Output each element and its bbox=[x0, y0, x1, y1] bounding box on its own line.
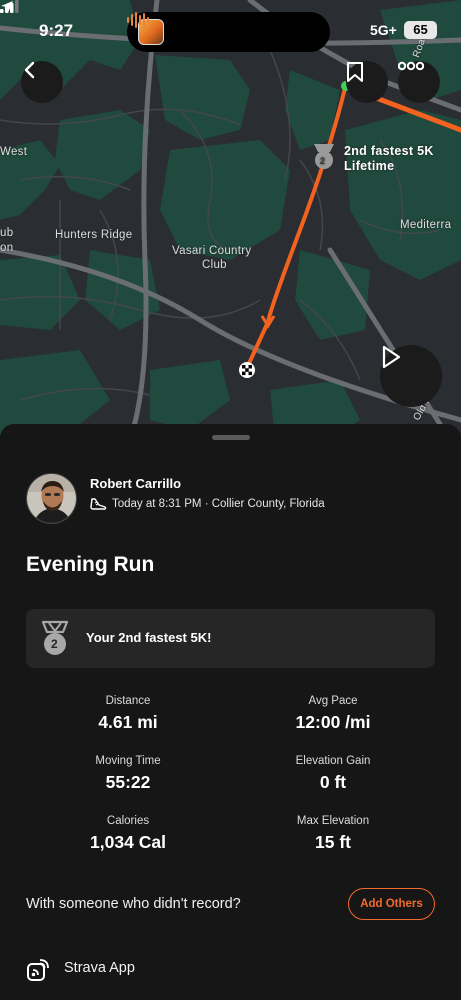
strava-app-label: Strava App bbox=[64, 960, 135, 976]
dynamic-island[interactable] bbox=[127, 12, 330, 52]
map-label-on-fragment: on bbox=[0, 242, 14, 254]
athlete-name[interactable]: Robert Carrillo bbox=[90, 476, 181, 491]
segment-medal-number: 2 bbox=[320, 156, 326, 166]
activity-meta: Today at 8:31 PM · Collier County, Flori… bbox=[112, 498, 325, 510]
avatar[interactable] bbox=[26, 473, 77, 524]
stat-label: Moving Time bbox=[95, 755, 161, 767]
more-icon bbox=[398, 61, 424, 71]
stat-value: 15 ft bbox=[315, 832, 351, 852]
map-label-club-fragment: ub bbox=[0, 227, 14, 239]
stat-label: Distance bbox=[105, 695, 151, 707]
stat-calories: Calories 1,034 Cal bbox=[28, 815, 228, 853]
stat-value: 12:00 /mi bbox=[295, 712, 371, 732]
stat-label: Avg Pace bbox=[308, 695, 358, 707]
stat-label: Calories bbox=[106, 815, 150, 827]
map-label-hunters-ridge: Hunters Ridge bbox=[55, 229, 133, 241]
route-map[interactable]: West ub on Hunters Ridge Vasari Country … bbox=[0, 0, 461, 440]
stat-value: 1,034 Cal bbox=[90, 832, 166, 852]
play-icon bbox=[382, 345, 401, 369]
stat-label: Elevation Gain bbox=[295, 755, 371, 767]
stat-elevation-gain: Elevation Gain 0 ft bbox=[233, 755, 433, 793]
map-label-mediterra: Mediterra bbox=[400, 219, 452, 231]
stat-value: 0 ft bbox=[319, 772, 347, 792]
strava-app-row[interactable]: Strava App bbox=[26, 956, 326, 986]
finish-marker-icon bbox=[239, 362, 255, 378]
stat-avg-pace: Avg Pace 12:00 /mi bbox=[233, 695, 433, 733]
stat-value: 55:22 bbox=[105, 772, 151, 792]
achievement-medal-number: 2 bbox=[51, 637, 58, 651]
stat-distance: Distance 4.61 mi bbox=[28, 695, 228, 733]
stat-value: 4.61 mi bbox=[98, 712, 158, 732]
bookmark-button[interactable] bbox=[346, 61, 388, 103]
stat-moving-time: Moving Time 55:22 bbox=[28, 755, 228, 793]
chevron-left-icon bbox=[24, 61, 35, 79]
network-type: 5G+ bbox=[370, 22, 397, 38]
sheet-grabber[interactable] bbox=[212, 435, 250, 440]
map-label-vasari-line2: Club bbox=[202, 259, 227, 271]
strava-app-icon bbox=[27, 959, 49, 981]
segment-label-line2: Lifetime bbox=[344, 159, 395, 173]
bookmark-icon bbox=[347, 62, 363, 82]
map-label-west: West bbox=[0, 146, 28, 158]
activity-details-sheet: Robert Carrillo Today at 8:31 PM · Colli… bbox=[0, 424, 461, 1000]
with-someone-prompt: With someone who didn't record? bbox=[26, 896, 241, 912]
add-others-button[interactable]: Add Others bbox=[348, 888, 435, 920]
achievement-card[interactable]: 2 Your 2nd fastest 5K! bbox=[26, 609, 435, 668]
segment-label-line1: 2nd fastest 5K bbox=[344, 144, 434, 158]
athlete-photo bbox=[27, 474, 76, 523]
achievement-text: Your 2nd fastest 5K! bbox=[86, 630, 212, 645]
stat-label: Max Elevation bbox=[296, 815, 370, 827]
activity-title: Evening Run bbox=[26, 553, 155, 576]
shoe-icon bbox=[90, 498, 107, 510]
more-options-button[interactable] bbox=[398, 61, 440, 103]
stat-max-elevation: Max Elevation 15 ft bbox=[233, 815, 433, 853]
audio-waveform-icon bbox=[127, 12, 149, 28]
status-bar: 9:27 5G+ 65 bbox=[0, 0, 461, 60]
map-label-vasari-line1: Vasari Country bbox=[172, 245, 252, 257]
back-button[interactable] bbox=[21, 61, 63, 103]
status-time: 9:27 bbox=[39, 21, 74, 40]
cellular-signal-icon bbox=[0, 0, 19, 13]
play-flyover-button[interactable] bbox=[380, 345, 442, 407]
battery-indicator: 65 bbox=[404, 21, 437, 39]
